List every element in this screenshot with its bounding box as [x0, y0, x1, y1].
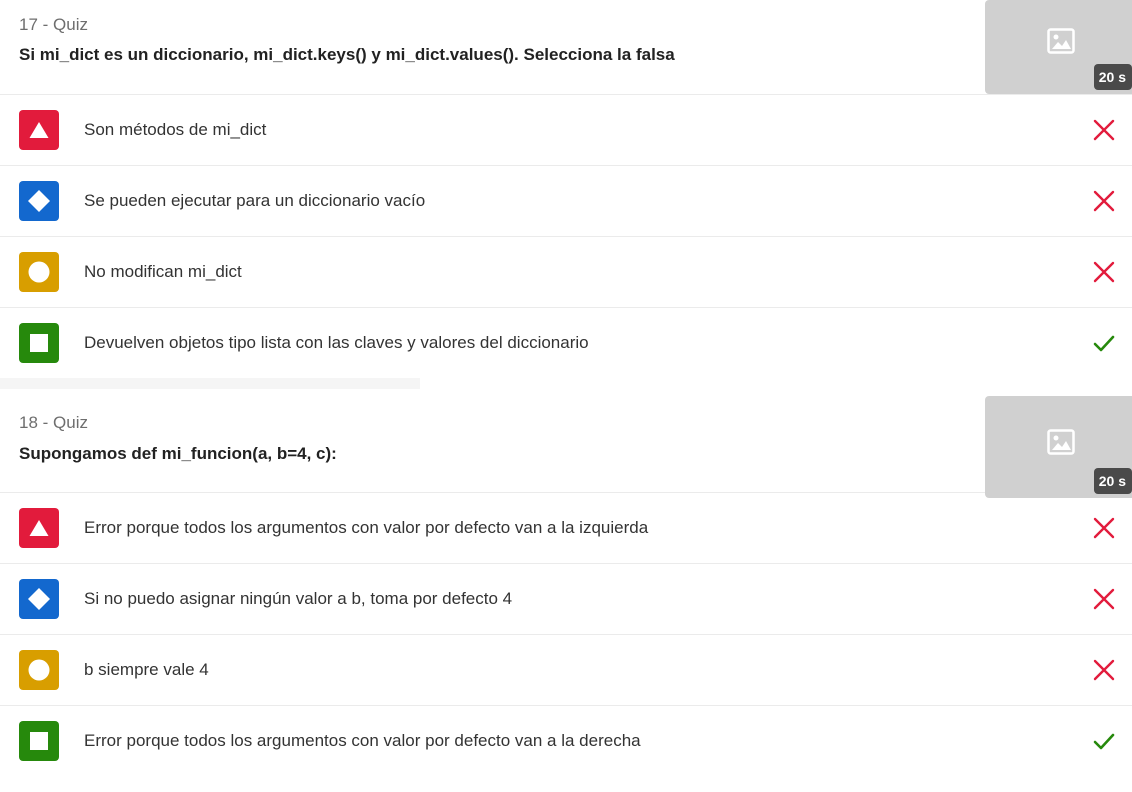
question-number: 18 - Quiz — [19, 413, 88, 432]
answer-text: Error porque todos los argumentos con va… — [84, 731, 641, 750]
question-title: Si mi_dict es un diccionario, mi_dict.ke… — [19, 45, 675, 64]
incorrect-icon — [1093, 588, 1115, 610]
question-header: 18 - Quiz Supongamos def mi_funcion(a, b… — [0, 390, 1132, 498]
answer-text: b siempre vale 4 — [84, 660, 209, 679]
answer-option: Error porque todos los argumentos con va… — [0, 706, 1132, 776]
answer-option: Se pueden ejecutar para un diccionario v… — [0, 166, 1132, 237]
incorrect-icon — [1093, 190, 1115, 212]
question-title: Supongamos def mi_funcion(a, b=4, c): — [19, 444, 337, 463]
incorrect-icon — [1093, 517, 1115, 539]
answer-text: Son métodos de mi_dict — [84, 120, 267, 139]
answer-option: Devuelven objetos tipo lista con las cla… — [0, 308, 1132, 378]
answer-option: No modifican mi_dict — [0, 237, 1132, 308]
answer-text: No modifican mi_dict — [84, 262, 242, 281]
answer-text: Si no puedo asignar ningún valor a b, to… — [84, 589, 513, 608]
answer-text: Error porque todos los argumentos con va… — [84, 518, 649, 537]
image-icon — [1047, 429, 1075, 455]
triangle-icon — [19, 508, 59, 548]
question-number: 17 - Quiz — [19, 15, 88, 34]
incorrect-icon — [1093, 659, 1115, 681]
time-limit-badge: 20 s — [1093, 468, 1132, 494]
answer-text: Se pueden ejecutar para un diccionario v… — [84, 191, 426, 210]
image-icon — [1047, 28, 1075, 54]
question-image-placeholder[interactable]: 20 s — [985, 396, 1132, 498]
correct-checkmark-icon — [1093, 733, 1115, 750]
answer-text: Devuelven objetos tipo lista con las cla… — [84, 333, 589, 352]
question-image-placeholder[interactable]: 20 s — [985, 0, 1132, 94]
time-limit-badge: 20 s — [1093, 64, 1132, 90]
square-icon — [19, 721, 59, 761]
answer-option: Son métodos de mi_dict — [0, 95, 1132, 166]
triangle-icon — [19, 110, 59, 150]
square-icon — [19, 323, 59, 363]
incorrect-icon — [1093, 119, 1115, 141]
circle-icon — [19, 650, 59, 690]
diamond-icon — [19, 579, 59, 619]
question-separator — [0, 378, 1132, 390]
question-header: 17 - Quiz Si mi_dict es un diccionario, … — [0, 0, 1132, 95]
incorrect-icon — [1093, 261, 1115, 283]
correct-checkmark-icon — [1093, 335, 1115, 352]
diamond-icon — [19, 181, 59, 221]
answer-option: b siempre vale 4 — [0, 635, 1132, 706]
question-card: 17 - Quiz Si mi_dict es un diccionario, … — [0, 0, 1132, 378]
answer-option: Error porque todos los argumentos con va… — [0, 493, 1132, 564]
question-card: 18 - Quiz Supongamos def mi_funcion(a, b… — [0, 390, 1132, 776]
circle-icon — [19, 252, 59, 292]
answer-option: Si no puedo asignar ningún valor a b, to… — [0, 564, 1132, 635]
